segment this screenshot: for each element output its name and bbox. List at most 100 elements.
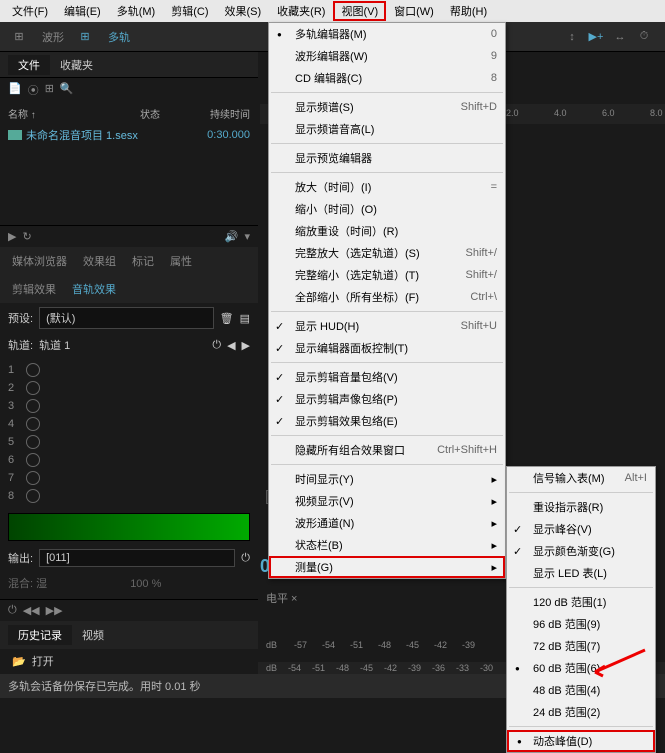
track-prev-icon[interactable]: ◀ <box>227 339 235 352</box>
view-menu-item[interactable]: 完整缩小（选定轨道）(T)Shift+/ <box>269 264 505 286</box>
effects-group-tab[interactable]: 效果组 <box>75 249 124 273</box>
media-browser-tab[interactable]: 媒体浏览器 <box>4 249 75 273</box>
search-icon[interactable]: 🔍 <box>60 82 74 98</box>
video-tab[interactable]: 视频 <box>72 625 114 645</box>
multitrack-icon[interactable]: ⊞ <box>74 26 96 48</box>
effect-slot[interactable]: 8 <box>8 487 250 505</box>
waveform-icon[interactable]: ⊞ <box>8 26 30 48</box>
effect-slot[interactable]: 7 <box>8 469 250 487</box>
menu-edit[interactable]: 编辑(E) <box>56 1 109 21</box>
record-icon[interactable]: ⦿ <box>28 82 39 98</box>
view-menu-item[interactable]: 显示剪辑音量包络(V) <box>269 366 505 388</box>
menu-favorites[interactable]: 收藏夹(R) <box>269 1 333 21</box>
view-menu-item[interactable]: 测量(G) <box>269 556 505 578</box>
waveform-tab[interactable]: 波形 <box>32 25 74 49</box>
effect-slot[interactable]: 1 <box>8 361 250 379</box>
meter-menu-item[interactable]: 24 dB 范围(2) <box>507 701 655 723</box>
view-menu-item[interactable]: 时间显示(Y) <box>269 468 505 490</box>
history-item-open[interactable]: 📂 打开 <box>0 649 258 673</box>
view-menu-item[interactable]: 全部缩小（所有坐标）(F)Ctrl+\ <box>269 286 505 308</box>
track-effects-tab[interactable]: 音轨效果 <box>64 277 124 301</box>
view-menu-item[interactable]: 波形通道(N) <box>269 512 505 534</box>
view-menu-item[interactable]: 缩小（时间）(O) <box>269 198 505 220</box>
play-icon[interactable]: ▶ <box>8 230 16 243</box>
effect-slot[interactable]: 5 <box>8 433 250 451</box>
open-file-icon[interactable]: 📄 <box>8 82 22 98</box>
view-menu-item[interactable]: 显示剪辑效果包络(E) <box>269 410 505 432</box>
meter-menu-item[interactable]: 动态峰值(D) <box>507 730 655 752</box>
col-status[interactable]: 状态 <box>140 106 190 121</box>
meter-menu-item[interactable]: 120 dB 范围(1) <box>507 591 655 613</box>
loop-icon[interactable]: ↻ <box>22 230 31 243</box>
view-menu-item[interactable]: 显示频谱音高(L) <box>269 118 505 140</box>
power-icon[interactable] <box>26 399 40 413</box>
view-menu-item[interactable]: 显示编辑器面板控制(T) <box>269 337 505 359</box>
meter-menu-item[interactable]: 信号输入表(M)Alt+I <box>507 467 655 489</box>
output-power-icon[interactable]: ⏻ <box>241 552 250 565</box>
properties-tab[interactable]: 属性 <box>162 249 200 273</box>
menu-file[interactable]: 文件(F) <box>4 1 56 21</box>
view-menu-item[interactable]: 状态栏(B) <box>269 534 505 556</box>
preset-menu-icon[interactable]: ▤ <box>240 312 250 325</box>
power-all-icon[interactable]: ⏻ <box>8 604 17 617</box>
view-menu-item[interactable]: 显示预览编辑器 <box>269 147 505 169</box>
col-duration[interactable]: 持续时间 <box>190 106 250 121</box>
preset-select[interactable]: (默认) <box>39 307 214 329</box>
power-icon[interactable] <box>26 417 40 431</box>
tool-time-icon[interactable]: ⏱ <box>633 26 655 48</box>
effect-slot[interactable]: 3 <box>8 397 250 415</box>
power-icon[interactable] <box>26 435 40 449</box>
preset-delete-icon[interactable]: 🗑 <box>220 312 234 325</box>
view-menu-item[interactable]: 隐藏所有组合效果窗口Ctrl+Shift+H <box>269 439 505 461</box>
col-name[interactable]: 名称 ↑ <box>8 106 140 121</box>
view-menu-item[interactable]: 波形编辑器(W)9 <box>269 45 505 67</box>
tool-select-icon[interactable]: ▶+ <box>585 26 607 48</box>
prev-icon[interactable]: ◀◀ <box>23 604 40 617</box>
menu-view[interactable]: 视图(V) <box>333 1 386 21</box>
menu-help[interactable]: 帮助(H) <box>442 1 495 21</box>
meter-menu-item[interactable]: 显示峰谷(V) <box>507 518 655 540</box>
view-menu-item[interactable]: 完整放大（选定轨道）(S)Shift+/ <box>269 242 505 264</box>
menu-clip[interactable]: 剪辑(C) <box>163 1 216 21</box>
effect-slot[interactable]: 2 <box>8 379 250 397</box>
track-select[interactable]: 轨道 1 <box>39 337 70 353</box>
view-menu-item[interactable]: CD 编辑器(C)8 <box>269 67 505 89</box>
track-power-icon[interactable]: ⏻ <box>212 339 221 352</box>
tool-move-icon[interactable]: ↕ <box>561 26 583 48</box>
meter-menu-item[interactable]: 显示 LED 表(L) <box>507 562 655 584</box>
power-icon[interactable] <box>26 471 40 485</box>
power-icon[interactable] <box>26 453 40 467</box>
clip-effects-tab[interactable]: 剪辑效果 <box>4 277 64 301</box>
meter-menu-item[interactable]: 重设指示器(R) <box>507 496 655 518</box>
import-icon[interactable]: ⊞ <box>45 82 54 98</box>
power-icon[interactable] <box>26 489 40 503</box>
marker-icon[interactable]: ▾ <box>244 230 250 243</box>
view-menu-item[interactable]: 缩放重设（时间）(R) <box>269 220 505 242</box>
view-menu-item[interactable]: 显示 HUD(H)Shift+U <box>269 315 505 337</box>
meter-menu-item[interactable]: 显示颜色渐变(G) <box>507 540 655 562</box>
volume-icon[interactable]: 🔊 <box>225 230 239 243</box>
next-icon[interactable]: ▶▶ <box>46 604 63 617</box>
power-icon[interactable] <box>26 363 40 377</box>
file-list-item[interactable]: 未命名混音项目 1.sesx 0:30.000 <box>0 125 258 145</box>
history-tab[interactable]: 历史记录 <box>8 625 72 645</box>
files-tab[interactable]: 文件 <box>8 55 50 75</box>
view-menu-item[interactable]: 显示频谱(S)Shift+D <box>269 96 505 118</box>
view-menu-item[interactable]: 视频显示(V) <box>269 490 505 512</box>
effect-slot[interactable]: 6 <box>8 451 250 469</box>
markers-tab[interactable]: 标记 <box>124 249 162 273</box>
menu-window[interactable]: 窗口(W) <box>386 1 442 21</box>
output-select[interactable]: [011] <box>39 549 235 567</box>
track-next-icon[interactable]: ▶ <box>242 339 250 352</box>
menu-multitrack[interactable]: 多轨(M) <box>109 1 164 21</box>
favorites-tab[interactable]: 收藏夹 <box>50 55 103 75</box>
multitrack-tab[interactable]: 多轨 <box>98 25 140 49</box>
view-menu-item[interactable]: 多轨编辑器(M)0 <box>269 23 505 45</box>
menu-effects[interactable]: 效果(S) <box>217 1 270 21</box>
effect-slot[interactable]: 4 <box>8 415 250 433</box>
meter-menu-item[interactable]: 96 dB 范围(9) <box>507 613 655 635</box>
view-menu-item[interactable]: 显示剪辑声像包络(P) <box>269 388 505 410</box>
power-icon[interactable] <box>26 381 40 395</box>
tool-slip-icon[interactable]: ↔ <box>609 26 631 48</box>
view-menu-item[interactable]: 放大（时间）(I)= <box>269 176 505 198</box>
